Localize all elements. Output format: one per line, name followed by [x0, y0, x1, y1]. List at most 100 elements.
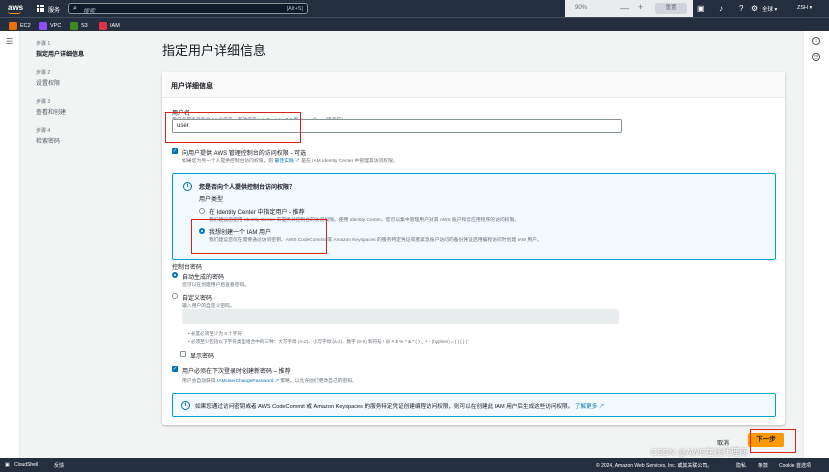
iam-icon — [99, 21, 107, 30]
show-password-checkbox[interactable] — [180, 351, 186, 357]
settings-gear-icon[interactable]: ⚙ — [751, 4, 758, 13]
region-selector[interactable]: 全球 ▾ — [762, 5, 777, 13]
identity-center-option-label[interactable]: 在 Identity Center 中指定用户 - 推荐 — [209, 207, 305, 216]
password-rule-chars: • 必须至少包括以下字符类型组合中的三种：大写字母 (A-Z)、小写字母 (a-… — [188, 339, 470, 344]
iam-user-change-password-link[interactable]: IAMUserChangePassword — [217, 379, 274, 384]
console-access-label: 向用户提供 AWS 管理控制台的访问权限 - 可选 — [182, 151, 307, 157]
step-1[interactable]: 步骤 1 指定用户详细信息 — [36, 40, 146, 58]
console-access-description: 如果您为另一个人提供控制台访问权限，则 最佳实践 ↗ 是在 IAM Identi… — [182, 157, 398, 164]
programmatic-access-text: 如果您通过访问密钥或者 AWS CodeCommit 或 Amazon Keys… — [195, 404, 574, 410]
search-shortcut: [Alt+S] — [286, 6, 303, 12]
identity-center-radio[interactable] — [199, 208, 205, 214]
learn-more-link[interactable]: 了解更多 — [575, 404, 597, 410]
custom-password-radio[interactable] — [172, 293, 178, 299]
favorite-ec2[interactable]: EC2 — [9, 21, 31, 30]
reset-password-sub-text: 用户会自动获得 — [182, 379, 216, 384]
favorite-iam[interactable]: IAM — [99, 21, 120, 30]
feedback-link[interactable]: 反馈 — [54, 462, 64, 469]
step-number: 步骤 2 — [36, 70, 51, 76]
terms-link[interactable]: 条款 — [758, 462, 768, 469]
page-title: 指定用户详细信息 — [162, 43, 267, 58]
favorite-label: VPC — [50, 22, 62, 29]
s3-icon — [70, 21, 78, 30]
watermark: CSDN @AWS在线代理商 — [651, 447, 748, 457]
card-title: 用户详细信息 — [171, 83, 213, 90]
autogen-password-description: 您可以在创建用户后查看密码。 — [182, 283, 250, 288]
step-4[interactable]: 步骤 4 检索密码 — [36, 127, 146, 145]
zoom-reset-button[interactable]: 重置 — [655, 3, 687, 14]
next-button-highlight-box — [750, 429, 796, 453]
favorite-label: IAM — [110, 22, 120, 29]
favorites-bar: EC2 VPC S3 IAM — [0, 17, 829, 31]
cookie-preferences-link[interactable]: Cookie 首选项 — [779, 462, 811, 469]
vpc-icon — [39, 21, 47, 30]
programmatic-access-info-text: 如果您通过访问密钥或者 AWS CodeCommit 或 Amazon Keys… — [195, 402, 604, 410]
step-3[interactable]: 步骤 3 查看和创建 — [36, 98, 146, 116]
iam-user-option-highlight-box — [191, 219, 327, 254]
search-placeholder: 搜索 — [83, 9, 96, 15]
reset-password-description: 用户会自动获得 IAMUserChangePassword ↗ 策略，以允许他们… — [182, 377, 357, 384]
zoom-in-button[interactable]: + — [638, 2, 643, 12]
reset-password-label: 用户必须在下次登录时创建新密码 – 推荐 — [182, 369, 291, 375]
custom-password-input[interactable] — [182, 309, 619, 324]
reset-password-sub-text-2: 策略，以允许他们更改自己的密码。 — [280, 379, 357, 384]
user-type-label: 用户类型 — [199, 197, 224, 203]
cloudshell-icon: ▣ — [5, 462, 10, 468]
external-link-icon: ↗ — [598, 404, 605, 410]
search-input[interactable]: ⌕ 搜索 [Alt+S] — [68, 3, 308, 15]
info-panel-icon[interactable]: i — [812, 37, 820, 45]
notifications-bell-icon[interactable]: ♪ — [719, 4, 723, 13]
programmatic-access-info-box: i 如果您通过访问密钥或者 AWS CodeCommit 或 Amazon Ke… — [172, 393, 776, 417]
side-navigation-rail: ☰ — [0, 31, 20, 458]
favorite-s3[interactable]: S3 — [70, 21, 88, 30]
password-rule-length: • 长度必须至少为 8 个字符 — [188, 331, 242, 336]
info-question: 您是否向个人提供控制台访问权限？ — [199, 185, 296, 191]
cloudshell-icon[interactable]: ▣ — [697, 4, 705, 13]
privacy-link[interactable]: 隐私 — [736, 462, 746, 469]
ec2-icon — [9, 21, 17, 30]
step-label: 设置权限 — [36, 81, 61, 87]
best-practice-link[interactable]: 最佳实践 — [275, 159, 294, 164]
username-highlight-box — [165, 112, 301, 143]
autogen-password-label[interactable]: 自动生成的密码 — [182, 272, 224, 281]
help-icon[interactable]: ? — [739, 4, 743, 13]
external-link-icon: ↗ — [295, 159, 300, 164]
console-access-sub-text: 如果您为另一个人提供控制台访问权限，则 — [182, 159, 274, 164]
aws-logo-smile — [8, 11, 21, 14]
zoom-popup: 90% — + 重置 — [565, 0, 693, 17]
zoom-out-button[interactable]: — — [620, 3, 629, 13]
top-navigation-bar: aws 服务 ⌕ 搜索 [Alt+S] 90% — + 重置 ▣ ♪ ? ⚙ 全… — [0, 0, 829, 17]
clock-icon[interactable]: ◷ — [812, 53, 820, 61]
right-utility-rail: i ◷ — [803, 31, 829, 458]
reset-password-checkbox[interactable]: ✓ — [172, 366, 178, 372]
account-menu[interactable]: ZSH ▾ — [797, 5, 812, 11]
cloudshell-link[interactable]: CloudShell — [14, 462, 38, 468]
footer-bar: ▣ CloudShell 反馈 © 2024, Amazon Web Servi… — [0, 458, 829, 472]
search-icon: ⌕ — [73, 5, 77, 12]
autogen-password-radio[interactable] — [172, 272, 178, 278]
services-grid-icon[interactable] — [37, 5, 44, 12]
wizard-steps: 步骤 1 指定用户详细信息 步骤 2 设置权限 步骤 3 查看和创建 步骤 4 … — [36, 40, 146, 156]
external-link-icon: ↗ — [274, 379, 279, 384]
step-number: 步骤 3 — [36, 99, 51, 105]
console-access-sub-text-2: 是在 IAM Identity Center 中管理其访问权限。 — [301, 159, 398, 164]
info-icon: i — [183, 182, 192, 191]
info-icon: i — [181, 401, 190, 410]
menu-hamburger-icon[interactable]: ☰ — [6, 37, 13, 46]
favorite-vpc[interactable]: VPC — [39, 21, 61, 30]
show-password-label: 显示密码 — [190, 354, 215, 360]
card-header: 用户详细信息 — [162, 72, 785, 98]
zoom-level: 90% — [575, 5, 588, 11]
step-2[interactable]: 步骤 2 设置权限 — [36, 69, 146, 87]
step-number: 步骤 1 — [36, 41, 51, 47]
step-label: 指定用户详细信息 — [36, 52, 85, 58]
services-menu-label[interactable]: 服务 — [48, 5, 60, 14]
custom-password-description: 输入用户的自定义密码。 — [182, 304, 235, 309]
console-access-checkbox[interactable]: ✓ — [172, 148, 178, 154]
step-label: 检索密码 — [36, 139, 61, 145]
custom-password-label[interactable]: 自定义密码 — [182, 293, 212, 302]
favorite-label: S3 — [81, 22, 88, 29]
step-number: 步骤 4 — [36, 128, 51, 134]
copyright-text: © 2024, Amazon Web Services, Inc. 或其关联公司… — [596, 463, 713, 469]
step-label: 查看和创建 — [36, 110, 67, 116]
